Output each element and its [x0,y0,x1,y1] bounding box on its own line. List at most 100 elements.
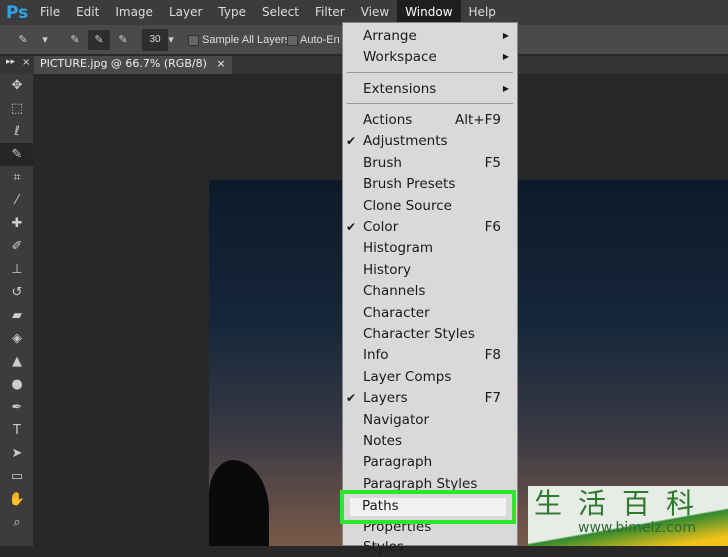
tab-picture[interactable]: PICTURE.jpg @ 66.7% (RGB/8) × [34,56,232,74]
menu-item-label: Workspace [363,49,437,65]
menu-item-label: Notes [363,433,402,449]
menu-item-label: Layers [363,390,408,407]
tools-panel: ✥ ⬚ ℓ ✎ ⌗ ⁄ ✚ ✐ ⊥ ↺ ▰ ◈ ▲ ● ✒ T ➤ ▭ ✋ ⌕ [0,74,34,546]
menu-item-navigator[interactable]: Navigator [343,410,517,430]
window-menu: Arrange ▶ Workspace ▶ Extensions ▶ Actions Alt+… [342,22,518,555]
marquee-tool-icon[interactable]: ⬚ [0,97,34,120]
menu-item-label: Styles [363,539,404,555]
shortcut: F6 [484,219,501,235]
menu-item-label: Character Styles [363,326,475,342]
menu-item-channels[interactable]: Channels [343,281,517,301]
menu-item-label: Layer Comps [363,368,452,385]
menu-item-history[interactable]: History [343,260,517,280]
watermark-url: www.bimeiz.com [578,520,697,536]
menu-type[interactable]: Type [210,0,254,25]
menu-item-character[interactable]: Character [343,303,517,323]
dodge-tool-icon[interactable]: ● [0,373,34,396]
menu-image[interactable]: Image [107,0,161,25]
menu-item-clone-source[interactable]: Clone Source [343,196,517,216]
blur-tool-icon[interactable]: ▲ [0,350,34,373]
watermark: 生活百科 www.bimeiz.com [528,486,728,546]
chevron-down-icon[interactable]: ▾ [166,30,176,50]
menu-item-paragraph[interactable]: Paragraph [343,452,517,472]
auto-enhance-checkbox[interactable] [287,35,298,46]
move-tool-icon[interactable]: ✥ [0,74,34,97]
lasso-tool-icon[interactable]: ℓ [0,120,34,143]
eyedropper-tool-icon[interactable]: ⁄ [0,189,34,212]
hand-tool-icon[interactable]: ✋ [0,488,34,511]
rectangle-tool-icon[interactable]: ▭ [0,465,34,488]
menu-layer[interactable]: Layer [161,0,210,25]
submenu-arrow-icon: ▶ [502,31,509,40]
paint-bucket-icon[interactable]: ◈ [0,327,34,350]
menu-separator [347,72,513,73]
add-to-selection-icon[interactable]: ✎ [88,30,110,50]
photoshop-logo: Ps [6,2,29,23]
eraser-tool-icon[interactable]: ▰ [0,304,34,327]
menu-item-label: Histogram [363,240,434,257]
expand-panels-icon[interactable]: ▸▸ [6,57,15,67]
auto-enhance-label: Auto-En [300,34,340,46]
shortcut: Alt+F9 [455,112,501,128]
menu-item-workspace[interactable]: Workspace ▶ [343,47,517,67]
shortcut: F8 [484,347,501,364]
menu-item-label: Navigator [363,411,430,428]
watermark-chinese: 生活百科 [534,487,711,520]
menu-item-actions[interactable]: Actions Alt+F9 [343,110,517,130]
shortcut: F5 [484,154,501,171]
shortcut: F7 [484,390,501,407]
menu-item-character-styles[interactable]: Character Styles [343,324,517,344]
history-brush-icon[interactable]: ↺ [0,281,34,304]
zoom-tool-icon[interactable]: ⌕ [0,511,34,534]
submenu-arrow-icon: ▶ [502,84,509,93]
brush-tool-icon[interactable]: ✐ [0,235,34,258]
menu-select[interactable]: Select [254,0,307,25]
menu-item-label: Color [363,219,399,235]
menu-item-info[interactable]: Info F8 [343,345,517,365]
checkmark-icon: ✔ [346,391,357,406]
menu-item-extensions[interactable]: Extensions ▶ [343,79,517,99]
type-tool-icon[interactable]: T [0,419,34,442]
healing-brush-icon[interactable]: ✚ [0,212,34,235]
menu-item-label: Extensions [363,81,437,97]
menu-item-adjustments[interactable]: ✔ Adjustments [343,131,517,151]
menu-item-notes[interactable]: Notes [343,431,517,451]
crop-tool-icon[interactable]: ⌗ [0,166,34,189]
brush-size-picker[interactable]: 30 [142,29,168,51]
close-icon[interactable]: × [22,57,30,68]
submenu-arrow-icon: ▶ [502,52,509,61]
menu-item-arrange[interactable]: Arrange ▶ [343,26,517,46]
menu-edit[interactable]: Edit [68,0,107,25]
clone-stamp-icon[interactable]: ⊥ [0,258,34,281]
tab-close-button[interactable]: × [216,57,225,70]
menu-file[interactable]: File [32,0,68,25]
menu-item-label: Clone Source [363,197,452,214]
menu-item-color[interactable]: ✔ Color F6 [343,217,517,237]
menu-item-label: Actions [363,112,413,128]
quick-selection-tool-icon[interactable]: ✎ [12,30,34,50]
menu-item-brush[interactable]: Brush F5 [343,153,517,173]
checkmark-icon: ✔ [346,134,357,149]
menu-item-layer-comps[interactable]: Layer Comps [343,367,517,387]
path-selection-icon[interactable]: ➤ [0,442,34,465]
menu-item-label: Arrange [363,28,417,44]
menu-item-paths-label[interactable]: Paths [362,498,399,514]
subtract-selection-icon[interactable]: ✎ [112,30,134,50]
new-selection-icon[interactable]: ✎ [64,30,86,50]
menu-separator [347,103,513,104]
chevron-down-icon[interactable]: ▾ [34,30,56,50]
pen-tool-icon[interactable]: ✒ [0,396,34,419]
menu-item-brush-presets[interactable]: Brush Presets [343,174,517,194]
sample-all-layers-checkbox[interactable] [188,35,199,46]
menu-item-layers[interactable]: ✔ Layers F7 [343,388,517,408]
menu-item-label: Paragraph [363,454,433,471]
tab-title: PICTURE.jpg @ 66.7% (RGB/8) [40,57,207,70]
menu-item-histogram[interactable]: Histogram [343,238,517,258]
menu-item-label: Brush Presets [363,176,456,193]
quick-selection-tool-icon[interactable]: ✎ [0,143,34,166]
menu-item-label: History [363,261,412,278]
menu-item-label: Info [363,347,389,364]
sample-all-layers-label: Sample All Layers [202,34,291,46]
menu-item-styles[interactable]: Styles [343,537,517,557]
checkmark-icon: ✔ [346,220,357,234]
